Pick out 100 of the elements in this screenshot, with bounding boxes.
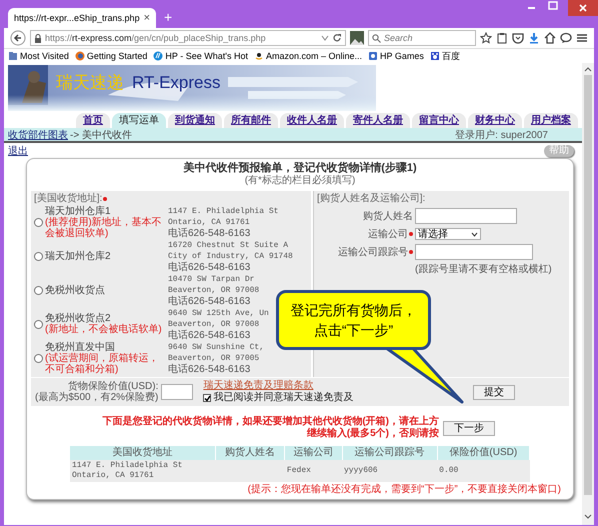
next-button[interactable]: 下一步 bbox=[443, 420, 495, 436]
address-name: 免税州收货点2 bbox=[45, 313, 111, 324]
bookmark-link[interactable]: HP - See What's Hot bbox=[165, 51, 248, 61]
maximize-icon[interactable] bbox=[546, 0, 560, 12]
submit-button[interactable]: 提交 bbox=[473, 384, 515, 400]
address-name: 瑞天加州仓库1 bbox=[45, 206, 111, 216]
browser-tab[interactable]: https://rt-expr...eShip_trans.php × bbox=[8, 8, 156, 28]
clipboard-icon[interactable] bbox=[496, 32, 508, 44]
nav-tab[interactable]: 所有邮件 bbox=[224, 113, 278, 128]
breadcrumb-current: -> 美中代收件 bbox=[70, 128, 132, 142]
address-line: 1147 E. Philadelphia St bbox=[168, 206, 278, 216]
close-icon[interactable] bbox=[568, 0, 598, 16]
bookmark-link[interactable]: Getting Started bbox=[86, 51, 148, 61]
insurance-field[interactable] bbox=[161, 384, 194, 400]
search-field[interactable]: Search bbox=[368, 30, 476, 46]
bookmark-folder-icon bbox=[8, 51, 18, 61]
bookmark-link[interactable]: 百度 bbox=[442, 50, 460, 62]
field-hint: (跟踪号里请不要有空格或横杠) bbox=[415, 262, 553, 276]
address-name: 免税州收货点 bbox=[45, 284, 106, 296]
pocket-icon[interactable] bbox=[512, 32, 524, 44]
nav-tab[interactable]: 收件人名册 bbox=[280, 113, 344, 128]
bookmark-link[interactable]: HP Games bbox=[380, 51, 424, 61]
image-icon[interactable] bbox=[350, 31, 364, 45]
instruction-text: 下面是您登记的代收货物详情，如果还要增加其他代收货物(开箱)，请在上方继续输入(最多5个)，否则请按 bbox=[101, 416, 439, 440]
address-line: Beaverton, OR 97008 bbox=[168, 284, 260, 296]
column-header: 保险价值(USD) bbox=[437, 446, 530, 460]
phone-text: 电话626-548-6163 bbox=[168, 364, 252, 374]
scrollbar[interactable] bbox=[582, 63, 594, 525]
table-cell: Fedex bbox=[284, 460, 342, 482]
form-note: (有*标志的栏目必须填写) bbox=[244, 175, 356, 186]
logo-text: 瑞天速递 bbox=[56, 72, 124, 94]
radio-button[interactable] bbox=[34, 354, 43, 362]
address-name: 免税州直发中国 bbox=[45, 342, 116, 352]
tab-close-button[interactable]: × bbox=[144, 12, 150, 24]
nav-tab[interactable]: 首页 bbox=[76, 113, 110, 128]
check-icon bbox=[204, 394, 211, 402]
company-select[interactable]: 请选择 bbox=[415, 228, 481, 240]
address-line: Ontario, CA 91761 bbox=[168, 216, 251, 228]
address-note: (试运营期间，原箱转运，不可合箱和分箱) bbox=[45, 352, 160, 374]
radio-button[interactable] bbox=[34, 286, 43, 294]
agree-label: 我已阅读并同意瑞天速递免责及 bbox=[213, 392, 354, 404]
insurance-label: 货物保险价值(USD): bbox=[68, 381, 158, 392]
nav-tab[interactable]: 到货通知 bbox=[168, 113, 222, 128]
radio-button[interactable] bbox=[34, 218, 43, 226]
field-label: 购货人姓名 bbox=[363, 210, 413, 223]
insurance-note: (最高为$500，有2%保险费) bbox=[35, 392, 158, 403]
form-title: 美中代收件预报输单，登记代收货物详情(步骤1) bbox=[182, 162, 418, 174]
address-bar[interactable]: https://rt-express.com/gen/cn/pub_placeShip_trans.php bbox=[30, 30, 346, 46]
new-tab-button[interactable]: + bbox=[164, 9, 172, 25]
bookmark-link[interactable]: Most Visited bbox=[20, 51, 69, 61]
dropdown-caret-icon bbox=[471, 232, 478, 236]
address-line: Beaverton, OR 97008 bbox=[168, 318, 260, 330]
table-cell: yyyy606 bbox=[342, 460, 438, 482]
nav-tab[interactable]: 寄件人名册 bbox=[346, 113, 410, 128]
smile-logo-icon bbox=[254, 51, 264, 61]
address-line: 16720 Chestnut St Suite A bbox=[168, 240, 290, 250]
nav-tab[interactable]: 财务中心 bbox=[468, 113, 522, 128]
phone-text: 电话626-548-6163 bbox=[168, 330, 252, 340]
globe-icon bbox=[74, 51, 85, 61]
address-line: 9640 SW Sunshine Ct, bbox=[168, 342, 264, 352]
address-note: (推荐使用)新地址，基本不会被退回软单) bbox=[45, 216, 163, 238]
back-icon[interactable] bbox=[10, 30, 26, 46]
menu-icon[interactable] bbox=[576, 32, 588, 44]
field-label: 运输公司跟踪号 bbox=[338, 246, 408, 259]
radio-button[interactable] bbox=[34, 252, 43, 260]
panel-heading: [美国收货地址]: bbox=[34, 193, 102, 205]
terms-link[interactable]: 瑞天速递免责及理赔条款 bbox=[203, 380, 354, 392]
phone-text: 电话626-548-6163 bbox=[168, 228, 252, 238]
input-field[interactable] bbox=[415, 208, 517, 224]
nav-tab[interactable]: 留言中心 bbox=[412, 113, 466, 128]
field-label: 运输公司 bbox=[368, 228, 408, 241]
nav-tab[interactable]: 用户档案 bbox=[524, 113, 578, 128]
input-field[interactable] bbox=[415, 244, 533, 260]
column-header: 美国收货地址 bbox=[70, 446, 216, 460]
bookmark-link[interactable]: Amazon.com – Online... bbox=[266, 51, 362, 61]
star-icon[interactable] bbox=[480, 32, 492, 44]
table-cell: 1147 E. Philadelphia St Ontario, CA 91761 bbox=[70, 460, 216, 482]
phone-text: 电话626-548-6163 bbox=[168, 262, 252, 272]
panel-heading: [购货人姓名及运输公司]: bbox=[317, 193, 426, 205]
column-header: 运输公司 bbox=[284, 446, 342, 460]
radio-button[interactable] bbox=[34, 320, 43, 328]
table-cell: 0.00 bbox=[437, 460, 530, 482]
reload-icon[interactable] bbox=[332, 33, 342, 43]
address-line: Beaverton, OR 97005 bbox=[168, 352, 260, 364]
lock-icon bbox=[34, 34, 42, 42]
nav-tab[interactable]: 填写运单 bbox=[112, 113, 166, 128]
dropdown-caret-icon[interactable] bbox=[321, 35, 329, 41]
chat-icon[interactable] bbox=[560, 32, 572, 44]
logout-link[interactable]: 退出 bbox=[8, 144, 28, 158]
logo-text: RT-Express bbox=[132, 72, 220, 92]
column-header: 购货人姓名 bbox=[215, 446, 285, 460]
address-line: 10470 SW Tarpan Dr bbox=[168, 274, 256, 284]
phone-text: 电话626-548-6163 bbox=[168, 296, 252, 306]
home-icon[interactable] bbox=[544, 32, 556, 44]
checkbox[interactable] bbox=[203, 394, 212, 402]
user-label: 登录用户: super2007 bbox=[455, 128, 548, 142]
column-header: 运输公司跟踪号 bbox=[342, 446, 438, 460]
address-name: 瑞天加州仓库2 bbox=[45, 250, 112, 262]
download-icon[interactable] bbox=[528, 32, 540, 44]
breadcrumb-link[interactable]: 收货部件图表 bbox=[8, 128, 68, 142]
